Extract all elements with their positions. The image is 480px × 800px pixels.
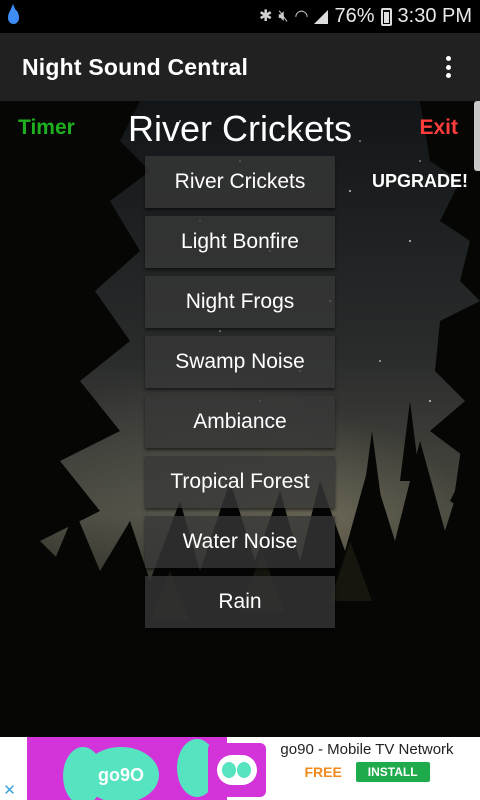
mute-icon: 🔇︎ xyxy=(278,7,289,25)
status-right: ✱ 🔇︎ ◠ 76% 3:30 PM xyxy=(259,5,472,28)
wifi-icon: ◠ xyxy=(294,7,309,25)
ad-graphic[interactable]: go9O xyxy=(27,737,227,800)
sound-button-rain[interactable]: Rain xyxy=(145,576,335,628)
overflow-menu-icon[interactable] xyxy=(438,53,458,81)
sound-button-ambiance[interactable]: Ambiance xyxy=(145,396,335,448)
battery-percent: 76% xyxy=(334,5,375,27)
battery-icon xyxy=(380,7,392,26)
status-left xyxy=(8,4,48,24)
sound-button-light-bonfire[interactable]: Light Bonfire xyxy=(145,216,335,268)
ad-logo-bubble: go9O xyxy=(83,747,159,800)
app-bar: Night Sound Central xyxy=(0,33,480,101)
status-bar: ✱ 🔇︎ ◠ 76% 3:30 PM xyxy=(0,0,480,33)
ad-install-button[interactable]: INSTALL xyxy=(355,762,430,782)
ad-row: FREE INSTALL xyxy=(272,762,462,782)
ad-banner[interactable]: go9O go90 - Mobile TV Network FREE INSTA… xyxy=(0,737,480,800)
bluetooth-icon: ✱ xyxy=(259,7,273,25)
ad-app-icon[interactable] xyxy=(208,743,266,797)
app-title: Night Sound Central xyxy=(22,53,249,80)
sound-button-river-crickets[interactable]: River Crickets xyxy=(145,156,335,208)
sound-button-tropical-forest[interactable]: Tropical Forest xyxy=(145,456,335,508)
timer-button[interactable]: Timer xyxy=(18,116,75,140)
exit-button[interactable]: Exit xyxy=(419,116,458,140)
sound-button-swamp-noise[interactable]: Swamp Noise xyxy=(145,336,335,388)
clock: 3:30 PM xyxy=(397,5,472,27)
water-drop-icon xyxy=(8,4,19,24)
ad-info: go90 - Mobile TV Network FREE INSTALL xyxy=(272,741,462,782)
ad-close-icon[interactable]: ✕ xyxy=(0,781,19,800)
sound-button-water-noise[interactable]: Water Noise xyxy=(145,516,335,568)
upgrade-button[interactable]: UPGRADE! xyxy=(372,171,468,192)
ad-app-name: go90 - Mobile TV Network xyxy=(280,741,454,758)
sound-list: River Crickets Light Bonfire Night Frogs… xyxy=(145,156,335,636)
ad-price: FREE xyxy=(304,764,342,780)
signal-icon xyxy=(314,9,329,24)
sound-button-night-frogs[interactable]: Night Frogs xyxy=(145,276,335,328)
scrollbar[interactable] xyxy=(474,101,480,171)
